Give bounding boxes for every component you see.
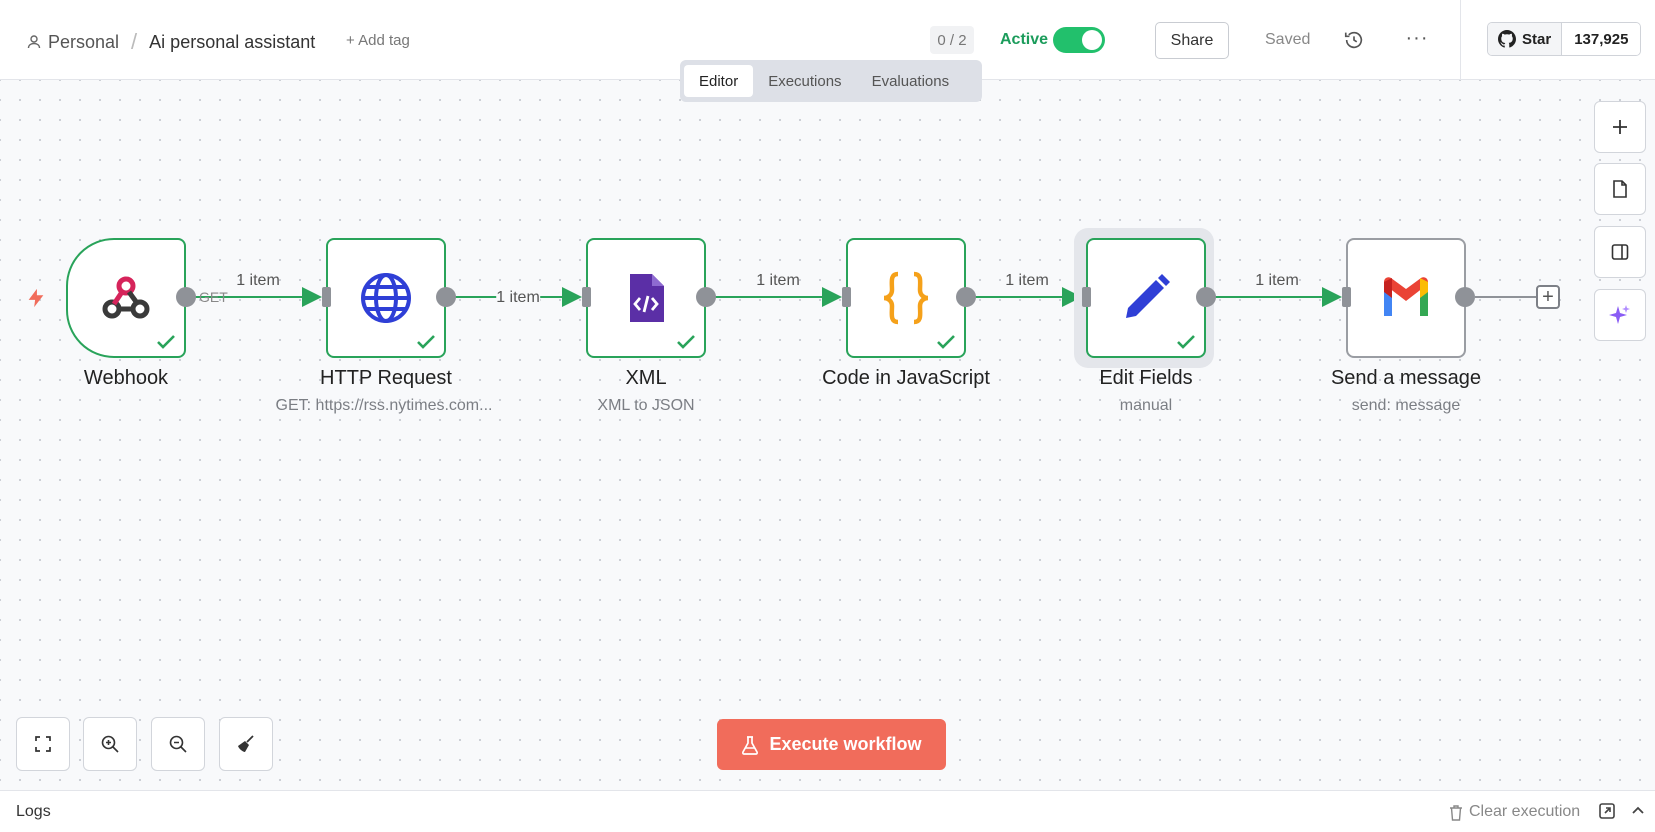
fit-view-button[interactable] — [16, 717, 70, 771]
node-xml[interactable] — [586, 238, 706, 358]
fit-view-icon — [35, 736, 51, 752]
input-port[interactable] — [1342, 287, 1351, 307]
node-title: Code in JavaScript — [822, 367, 990, 389]
broom-icon — [238, 735, 254, 752]
node-webhook[interactable] — [66, 238, 186, 358]
panel-icon — [1611, 244, 1629, 260]
ai-assistant-button[interactable] — [1594, 289, 1646, 341]
pop-out-icon[interactable] — [1598, 802, 1616, 820]
clear-execution-button[interactable]: Clear execution — [1448, 803, 1580, 821]
edge-item-count: 1 item — [1255, 272, 1299, 289]
logs-label[interactable]: Logs — [16, 803, 51, 821]
success-check-icon — [417, 335, 435, 349]
output-port[interactable] — [956, 287, 976, 307]
output-port[interactable] — [1455, 287, 1475, 307]
input-port[interactable] — [1082, 287, 1091, 307]
tab-editor[interactable]: Editor — [684, 65, 754, 97]
node-subtitle: manual — [1119, 397, 1173, 414]
success-check-icon — [677, 335, 695, 349]
gmail-icon — [1384, 277, 1428, 316]
node-title: Edit Fields — [1099, 367, 1193, 389]
node-title: Webhook — [83, 367, 169, 389]
success-check-icon — [157, 335, 175, 349]
node-code-javascript[interactable] — [846, 238, 966, 358]
add-node-panel-button[interactable] — [1594, 101, 1646, 153]
edge-item-count: 1 item — [236, 272, 280, 289]
node-title: Send a message — [1330, 367, 1482, 389]
node-title: HTTP Request — [320, 367, 452, 389]
tab-executions[interactable]: Executions — [753, 65, 856, 97]
globe-icon — [361, 273, 411, 323]
tab-evaluations[interactable]: Evaluations — [857, 65, 965, 97]
chevron-up-icon[interactable] — [1630, 803, 1646, 819]
zoom-out-button[interactable] — [151, 717, 205, 771]
webhook-icon — [102, 276, 150, 319]
add-node-button[interactable]: + — [1536, 285, 1560, 309]
connection-lines — [195, 287, 1536, 307]
webhook-method-label: GET — [199, 289, 228, 305]
edge-item-count: 1 item — [756, 272, 800, 289]
toggle-panel-button[interactable] — [1594, 226, 1646, 278]
sticky-note-button[interactable] — [1594, 163, 1646, 215]
trigger-bolt-icon — [28, 288, 44, 308]
zoom-out-icon — [169, 735, 187, 753]
node-send-message[interactable] — [1346, 238, 1466, 358]
logs-bar[interactable]: Logs Clear execution — [0, 790, 1655, 832]
xml-file-icon — [630, 274, 664, 322]
zoom-in-button[interactable] — [83, 717, 137, 771]
input-port[interactable] — [582, 287, 591, 307]
input-port[interactable] — [842, 287, 851, 307]
sticky-note-icon — [1613, 180, 1627, 198]
trash-icon — [1450, 804, 1462, 821]
view-tabs: Editor Executions Evaluations — [680, 60, 982, 102]
output-port[interactable] — [436, 287, 456, 307]
node-title: XML — [625, 367, 667, 389]
input-port[interactable] — [322, 287, 331, 307]
node-edit-fields[interactable] — [1086, 238, 1206, 358]
sparkle-icon — [1609, 305, 1630, 324]
output-port[interactable] — [696, 287, 716, 307]
node-http-request[interactable] — [326, 238, 446, 358]
edge-item-count: 1 item — [1005, 272, 1049, 289]
code-braces-icon — [883, 271, 929, 325]
tidy-up-button[interactable] — [219, 717, 273, 771]
clear-execution-label: Clear execution — [1469, 803, 1581, 820]
success-check-icon — [1177, 335, 1195, 349]
zoom-in-icon — [101, 735, 119, 753]
node-subtitle: GET: https://rss.nytimes.com... — [275, 397, 493, 414]
edge-item-count: 1 item — [496, 289, 540, 307]
flask-icon — [742, 735, 759, 755]
plus-icon — [1613, 120, 1627, 134]
pencil-icon — [1126, 274, 1170, 318]
node-subtitle: XML to JSON — [597, 397, 695, 414]
success-check-icon — [937, 335, 955, 349]
node-subtitle: send: message — [1351, 397, 1461, 414]
execute-workflow-button[interactable]: Execute workflow — [717, 719, 946, 770]
execute-workflow-label: Execute workflow — [769, 734, 922, 754]
output-port[interactable] — [1196, 287, 1216, 307]
output-port[interactable] — [176, 287, 196, 307]
